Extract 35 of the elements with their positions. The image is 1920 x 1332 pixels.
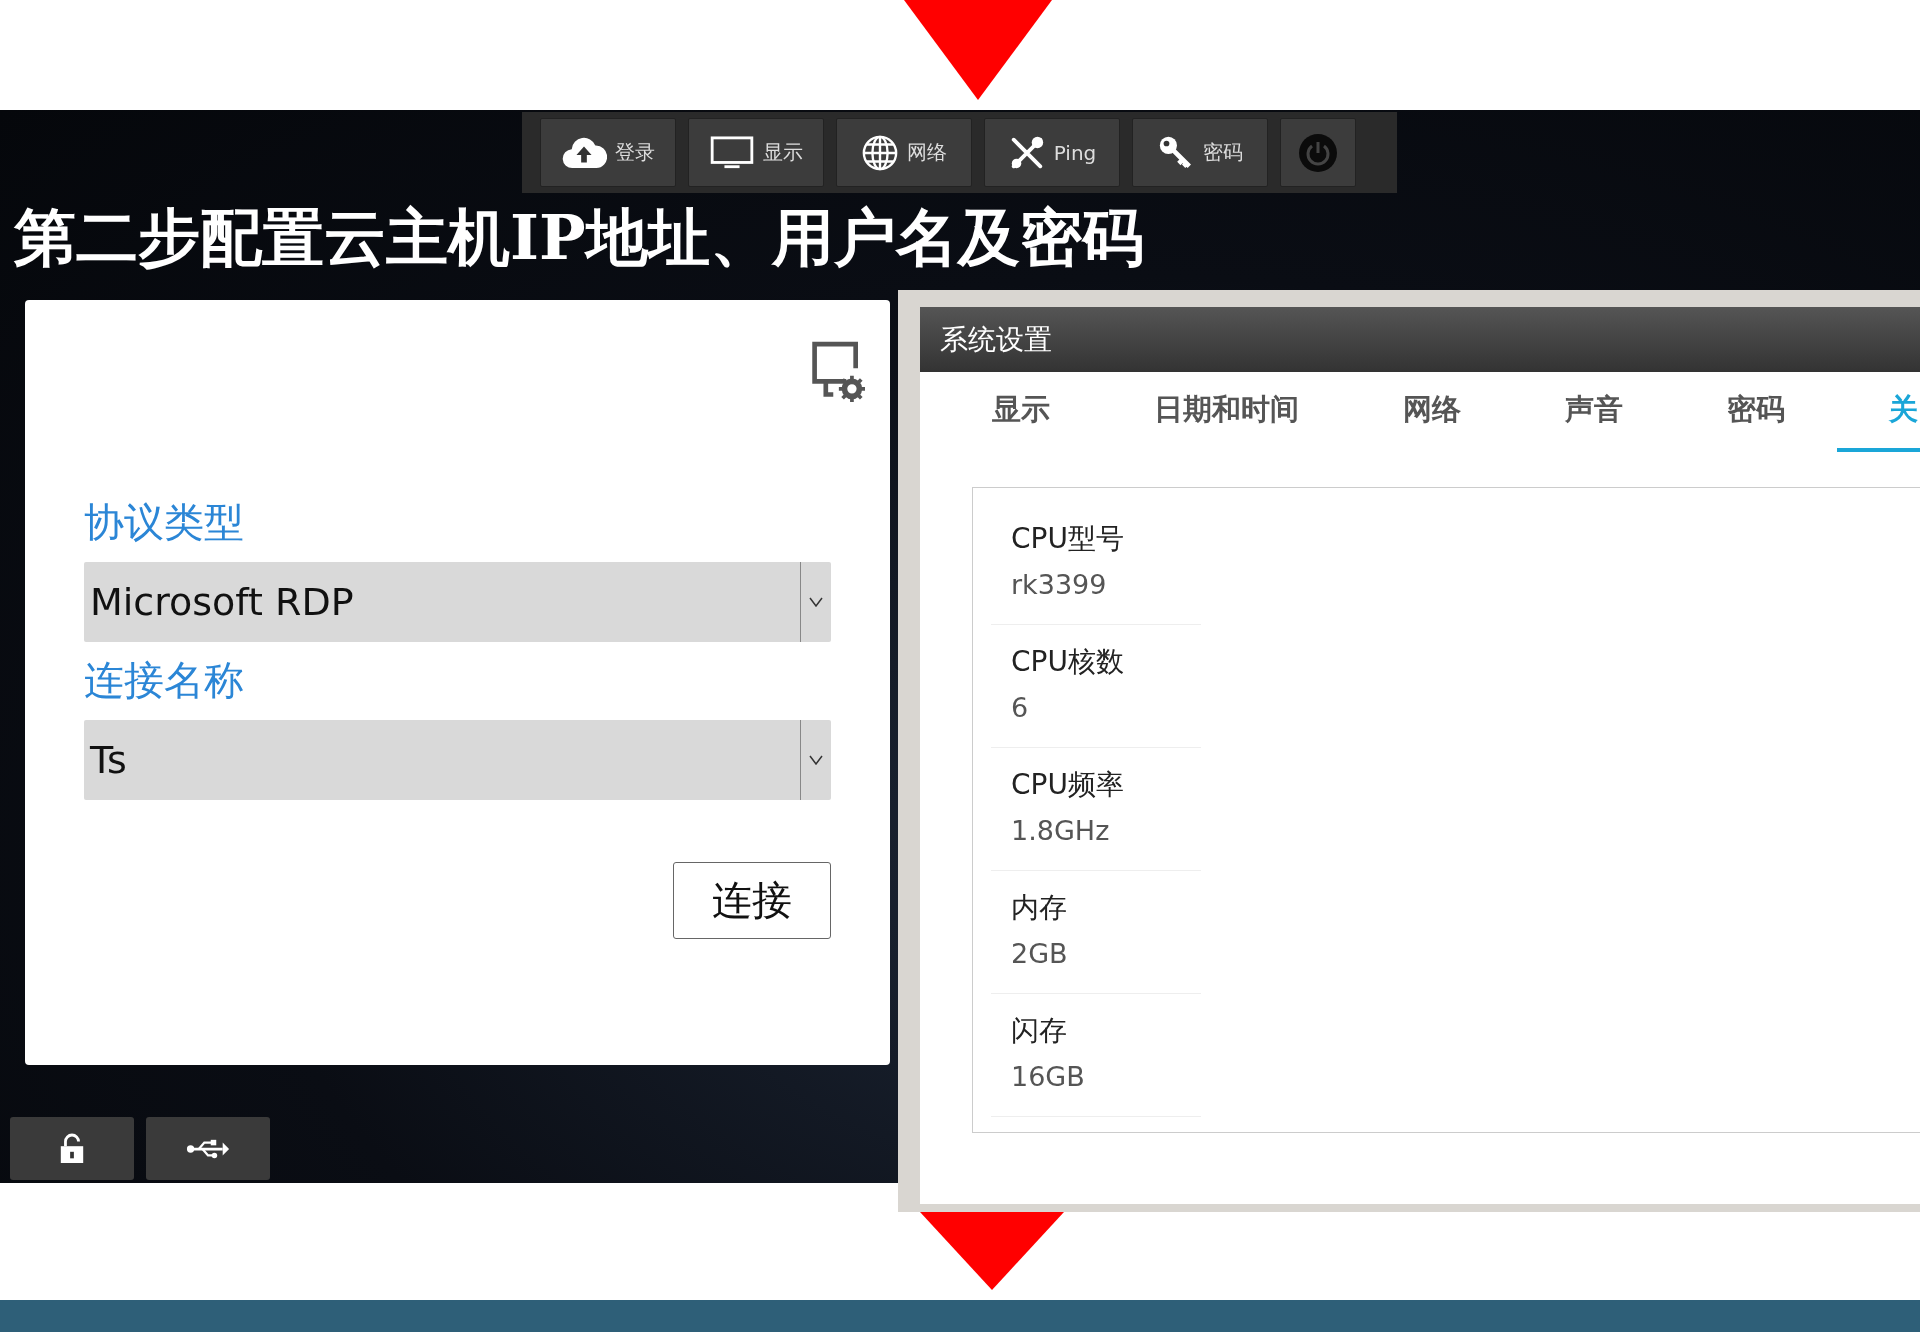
info-label: 内存 bbox=[1011, 890, 1068, 926]
usb-button[interactable] bbox=[146, 1117, 270, 1180]
toolbar-button[interactable]: 网络 bbox=[836, 118, 972, 187]
info-value: 16GB bbox=[1011, 1060, 1086, 1094]
field-label: 协议类型 bbox=[84, 498, 245, 547]
window-title: 系统设置 bbox=[940, 321, 1052, 358]
instruction-heading: 第二步配置云主机IP地址、用户名及密码 bbox=[14, 200, 1144, 276]
connect-button[interactable]: 连接 bbox=[673, 862, 831, 939]
toolbar-button[interactable]: 登录 bbox=[540, 118, 676, 187]
info-label: 闪存 bbox=[1011, 1013, 1068, 1049]
toolbar-button[interactable]: 显示 bbox=[688, 118, 824, 187]
padlock-icon bbox=[58, 1132, 86, 1165]
settings-tab[interactable]: 声音 bbox=[1513, 372, 1675, 452]
toolbar-button[interactable]: Ping bbox=[984, 118, 1120, 187]
info-value: 6 bbox=[1011, 691, 1030, 725]
info-value: rk3399 bbox=[1011, 568, 1108, 602]
settings-tab[interactable]: 日期和时间 bbox=[1102, 372, 1351, 452]
usb-icon bbox=[185, 1137, 231, 1160]
info-label: CPU核数 bbox=[1011, 644, 1125, 680]
monitor-icon bbox=[709, 135, 755, 170]
settings-tab[interactable]: 密码 bbox=[1675, 372, 1837, 452]
settings-tab[interactable]: 显示 bbox=[940, 372, 1102, 452]
globe-icon bbox=[861, 133, 899, 172]
info-label: CPU频率 bbox=[1011, 767, 1125, 803]
info-value: 2GB bbox=[1011, 937, 1069, 971]
settings-tab[interactable]: 网络 bbox=[1351, 372, 1513, 452]
lock-button[interactable] bbox=[10, 1117, 134, 1180]
field-label: 连接名称 bbox=[84, 656, 245, 705]
cloud-upload-icon bbox=[561, 135, 607, 170]
toolbar-button[interactable]: 密码 bbox=[1132, 118, 1268, 187]
dropdown-field[interactable]: Ts bbox=[84, 720, 831, 800]
power-icon bbox=[1298, 132, 1338, 173]
info-value: 1.8GHz bbox=[1011, 814, 1111, 848]
dropdown-field[interactable]: Microsoft RDP bbox=[84, 562, 831, 642]
info-label: CPU型号 bbox=[1011, 521, 1125, 557]
